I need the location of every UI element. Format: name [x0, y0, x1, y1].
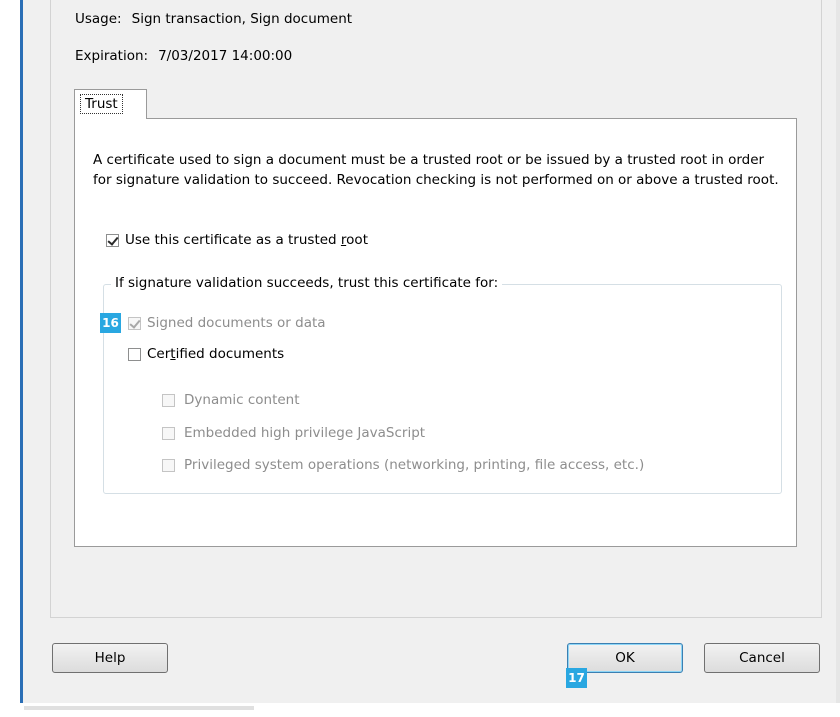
expiration-value: 7/03/2017 14:00:00 — [158, 48, 293, 64]
usage-label: Usage: — [75, 11, 122, 27]
usage-value: Sign transaction, Sign document — [131, 11, 353, 27]
certified-documents-label[interactable]: Certified documents — [147, 346, 284, 362]
certified-documents-checkbox[interactable] — [128, 348, 141, 361]
expiration-row: Expiration: 7/03/2017 14:00:00 — [75, 48, 292, 64]
signed-documents-checkbox — [128, 317, 141, 330]
dynamic-content-label: Dynamic content — [184, 392, 300, 408]
usage-row: Usage: Sign transaction, Sign document — [75, 11, 352, 27]
help-button[interactable]: Help — [52, 643, 168, 673]
trusted-root-label-text: Use this certificate as a trusted — [125, 232, 341, 248]
privileged-operations-checkbox — [162, 459, 175, 472]
dynamic-content-checkbox — [162, 394, 175, 407]
expiration-label: Expiration: — [75, 48, 149, 64]
trusted-root-label-tail: oot — [346, 232, 368, 248]
cancel-button[interactable]: Cancel — [704, 643, 820, 673]
taskbar-strip — [0, 703, 840, 717]
trusted-root-label[interactable]: Use this certificate as a trusted root — [125, 232, 368, 248]
window-right-border — [836, 0, 840, 703]
privileged-operations-label: Privileged system operations (networking… — [184, 457, 645, 473]
embedded-javascript-label: Embedded high privilege JavaScript — [184, 425, 426, 441]
annotation-badge-17: 17 — [566, 668, 587, 688]
taskbar-item — [24, 706, 254, 710]
trust-description: A certificate used to sign a document mu… — [93, 152, 779, 188]
annotation-badge-16: 16 — [100, 313, 121, 333]
embedded-javascript-checkbox — [162, 427, 175, 440]
trust-options-group-title: If signature validation succeeds, trust … — [111, 275, 503, 291]
tab-trust-label: Trust — [80, 94, 123, 114]
certified-label-text: Cer — [147, 346, 171, 362]
signed-documents-label: Signed documents or data — [147, 315, 326, 331]
tab-trust[interactable]: Trust — [74, 89, 147, 119]
trusted-root-checkbox[interactable] — [106, 234, 119, 247]
certified-label-tail: ified documents — [175, 346, 285, 362]
